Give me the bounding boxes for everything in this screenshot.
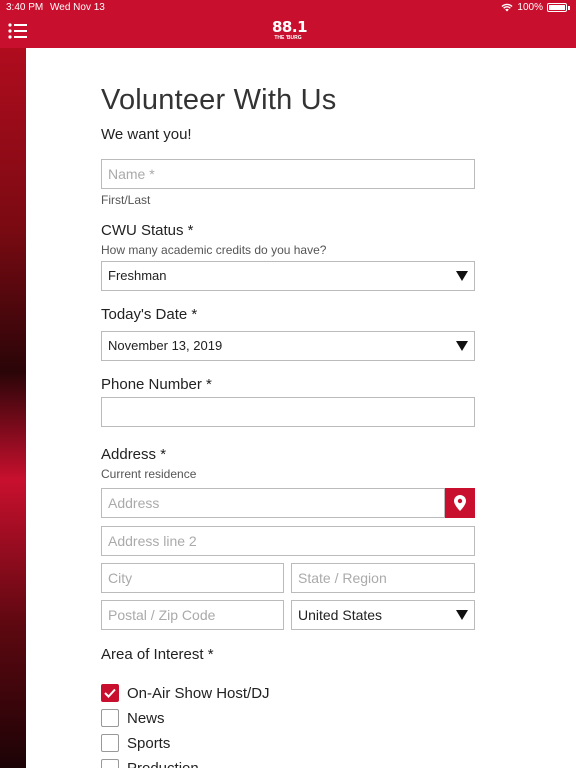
map-pin-button[interactable] xyxy=(445,488,475,518)
country-select[interactable]: United States xyxy=(291,600,475,630)
dropdown-arrow-icon xyxy=(456,341,468,351)
todays-date-value: November 13, 2019 xyxy=(108,338,223,353)
todays-date-select[interactable]: November 13, 2019 xyxy=(101,331,475,361)
map-pin-icon xyxy=(454,495,466,511)
status-right: 100% xyxy=(501,2,570,13)
todays-date-label: Today's Date * xyxy=(101,306,198,323)
logo-tagline: THE 'BURG xyxy=(274,35,302,41)
address-label: Address * xyxy=(101,446,167,463)
interest-option-sports[interactable]: Sports xyxy=(101,734,170,752)
interest-option-label: Sports xyxy=(127,734,171,752)
check-icon xyxy=(104,688,116,698)
interest-option-production[interactable]: Production xyxy=(101,759,199,768)
station-logo: 88.1 THE 'BURG xyxy=(272,18,308,45)
logo-frequency: 88.1 xyxy=(272,18,308,36)
cwu-status-hint: How many academic credits do you have? xyxy=(101,243,327,257)
phone-input[interactable] xyxy=(101,397,475,427)
side-background-art xyxy=(0,48,26,768)
status-bar: 3:40 PM Wed Nov 13 100% xyxy=(0,0,576,16)
name-input[interactable]: Name * xyxy=(101,159,475,189)
page-subtitle: We want you! xyxy=(101,126,192,143)
checkbox[interactable] xyxy=(101,734,119,752)
battery-icon xyxy=(547,3,567,12)
state-input[interactable]: State / Region xyxy=(291,563,475,593)
battery-tip-icon xyxy=(568,5,570,10)
page-title: Volunteer With Us xyxy=(101,84,337,116)
interest-option-onair[interactable]: On-Air Show Host/DJ xyxy=(101,684,270,702)
interest-option-label: Production xyxy=(127,759,199,768)
name-hint: First/Last xyxy=(101,193,151,207)
status-time: 3:40 PM xyxy=(6,2,44,13)
wifi-icon xyxy=(501,3,513,12)
battery-percent: 100% xyxy=(517,2,543,13)
checkbox[interactable] xyxy=(101,709,119,727)
interest-option-label: News xyxy=(127,709,165,727)
address-line2-input[interactable]: Address line 2 xyxy=(101,526,475,556)
cwu-status-label: CWU Status * xyxy=(101,222,194,239)
city-input[interactable]: City xyxy=(101,563,284,593)
checkbox[interactable] xyxy=(101,759,119,768)
zip-input[interactable]: Postal / Zip Code xyxy=(101,600,284,630)
cwu-status-select[interactable]: Freshman xyxy=(101,261,475,291)
address-hint: Current residence xyxy=(101,467,197,481)
list-menu-icon[interactable] xyxy=(8,22,28,40)
interest-option-label: On-Air Show Host/DJ xyxy=(127,684,270,702)
checkbox[interactable] xyxy=(101,684,119,702)
cwu-status-value: Freshman xyxy=(108,268,167,283)
country-value: United States xyxy=(298,607,383,623)
interest-label: Area of Interest * xyxy=(101,646,214,663)
app-navbar: 88.1 THE 'BURG xyxy=(0,16,576,48)
interest-option-news[interactable]: News xyxy=(101,709,165,727)
status-date: Wed Nov 13 xyxy=(50,2,105,13)
phone-label: Phone Number * xyxy=(101,376,212,393)
dropdown-arrow-icon xyxy=(456,271,468,281)
address-line1-input[interactable]: Address xyxy=(101,488,445,518)
dropdown-arrow-icon xyxy=(456,610,468,620)
